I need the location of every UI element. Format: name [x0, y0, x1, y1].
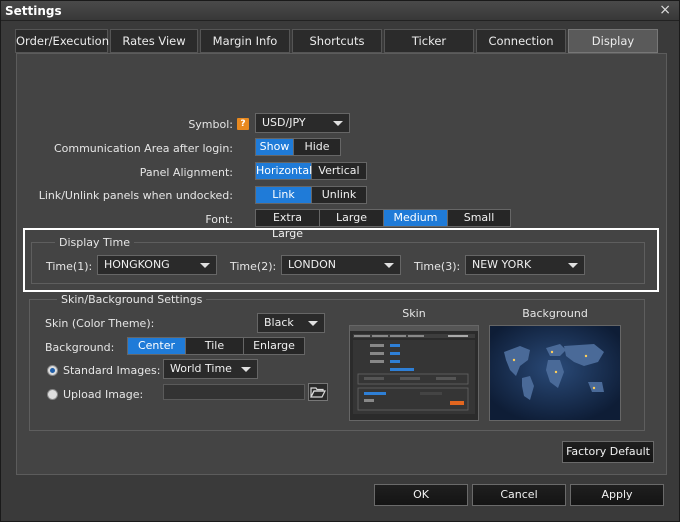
skin-background-title: Skin/Background Settings [57, 293, 207, 306]
chevron-down-icon [200, 263, 210, 268]
background-preview-title: Background [522, 307, 588, 320]
tab-shortcuts[interactable]: Shortcuts [292, 29, 382, 53]
tab-ticker[interactable]: Ticker [384, 29, 474, 53]
panel-alignment-label: Panel Alignment: [139, 166, 233, 179]
tab-display-settings[interactable]: Display Settings [568, 29, 658, 70]
time1-label: Time(1): [46, 260, 93, 273]
time3-dropdown[interactable]: NEW YORK [465, 255, 585, 275]
chevron-down-icon [241, 367, 251, 372]
standard-images-label: Standard Images: [63, 364, 161, 377]
background-mode-toggle: Center Tile Enlarge [127, 337, 305, 355]
title-bar: Settings × [1, 1, 679, 21]
factory-default-button[interactable]: Factory Default [562, 441, 654, 463]
comm-area-label: Communication Area after login: [53, 142, 233, 155]
skin-preview-image [349, 325, 479, 421]
settings-window: Settings × Order/Execution Rates View Ma… [0, 0, 680, 522]
background-label: Background: [45, 341, 115, 354]
chevron-down-icon [568, 263, 578, 268]
time1-value: HONGKONG [104, 258, 170, 271]
ok-button[interactable]: OK [374, 484, 468, 506]
time1-dropdown[interactable]: HONGKONG [97, 255, 217, 275]
font-size-toggle: Extra Large Large Medium Small [255, 209, 511, 240]
symbol-dropdown[interactable]: USD/JPY [255, 113, 350, 133]
link-option[interactable]: Link [256, 187, 312, 203]
display-time-title: Display Time [55, 236, 134, 249]
font-small-option[interactable]: Small [448, 210, 510, 226]
font-large-option[interactable]: Large [320, 210, 384, 226]
chevron-down-icon [308, 321, 318, 326]
world-map-image [489, 325, 621, 421]
font-medium-option[interactable]: Medium [384, 210, 448, 226]
font-label: Font: [205, 213, 233, 226]
tab-connection[interactable]: Connection [476, 29, 566, 53]
align-horizontal-option[interactable]: Horizontal [256, 163, 312, 179]
tab-order-execution[interactable]: Order/Execution [15, 29, 109, 53]
folder-open-icon[interactable] [308, 383, 328, 401]
time2-value: LONDON [288, 258, 336, 271]
comm-area-toggle: Show Hide [255, 138, 341, 156]
background-center-option[interactable]: Center [128, 338, 186, 354]
link-unlink-label: Link/Unlink panels when undocked: [38, 189, 233, 202]
standard-images-dropdown[interactable]: World Time [163, 359, 258, 379]
skin-value: Black [264, 316, 294, 329]
standard-images-radio[interactable] [47, 365, 58, 376]
upload-image-radio[interactable] [47, 389, 58, 400]
skin-dropdown[interactable]: Black [257, 313, 325, 333]
close-icon[interactable]: × [659, 2, 671, 18]
skin-preview-title: Skin [402, 307, 426, 320]
standard-images-value: World Time [170, 362, 232, 375]
chevron-down-icon [333, 121, 343, 126]
time2-dropdown[interactable]: LONDON [281, 255, 401, 275]
background-tile-option[interactable]: Tile [186, 338, 244, 354]
comm-hide-option[interactable]: Hide [294, 139, 340, 155]
symbol-label: Symbol: [188, 118, 233, 131]
comm-show-option[interactable]: Show [256, 139, 294, 155]
unlink-option[interactable]: Unlink [312, 187, 366, 203]
chevron-down-icon [384, 263, 394, 268]
panel-alignment-toggle: Horizontal Vertical [255, 162, 367, 180]
tab-margin-info[interactable]: Margin Info [200, 29, 290, 53]
upload-image-label: Upload Image: [63, 388, 144, 401]
link-unlink-toggle: Link Unlink [255, 186, 367, 204]
upload-image-field[interactable] [163, 384, 305, 400]
cancel-button[interactable]: Cancel [472, 484, 566, 506]
align-vertical-option[interactable]: Vertical [312, 163, 366, 179]
time3-value: NEW YORK [472, 258, 532, 271]
font-extra-large-option[interactable]: Extra Large [256, 210, 320, 240]
question-icon[interactable]: ? [237, 118, 249, 130]
window-title: Settings [5, 4, 62, 18]
time3-label: Time(3): [414, 260, 461, 273]
time2-label: Time(2): [230, 260, 277, 273]
symbol-value: USD/JPY [262, 116, 306, 129]
apply-button[interactable]: Apply [570, 484, 664, 506]
tab-rates-view[interactable]: Rates View [110, 29, 198, 53]
skin-label: Skin (Color Theme): [45, 317, 155, 330]
background-enlarge-option[interactable]: Enlarge [244, 338, 304, 354]
